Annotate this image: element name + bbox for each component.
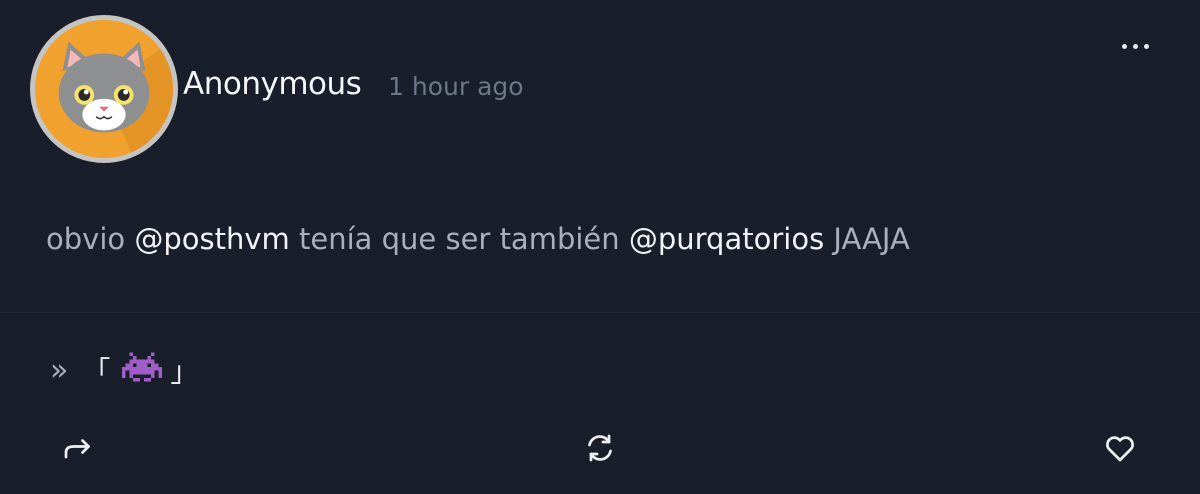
post-signature: » 「 」 [50, 350, 198, 390]
more-icon-dot [1143, 43, 1149, 49]
open-bracket: 「 [82, 355, 111, 388]
like-button[interactable] [1100, 428, 1140, 468]
post-body: obvio @posthvm tenía que ser también @pu… [46, 222, 910, 256]
mention-link[interactable]: @posthvm [134, 222, 289, 256]
avatar[interactable] [30, 15, 178, 163]
mention-link[interactable]: @purqatorios [629, 222, 824, 256]
body-middle: tenía que ser también [289, 222, 629, 256]
more-options-button[interactable] [1112, 33, 1158, 59]
post-timestamp: 1 hour ago [388, 72, 524, 101]
divider [0, 312, 1200, 313]
share-button[interactable] [58, 428, 98, 468]
chevron-icon: » [50, 352, 69, 388]
post-card: Anonymous 1 hour ago obvio @posthvm tení… [0, 0, 1200, 494]
more-icon [1121, 43, 1127, 49]
heart-icon [1106, 436, 1134, 462]
repost-icon [588, 434, 612, 462]
close-bracket: 」 [170, 355, 199, 388]
author-name[interactable]: Anonymous [183, 66, 362, 102]
cat-avatar-icon [35, 20, 173, 158]
more-icon-dot [1132, 43, 1138, 49]
alien-monster-icon [122, 351, 163, 389]
repost-button[interactable] [580, 428, 620, 468]
share-icon [64, 439, 90, 459]
body-prefix: obvio [46, 222, 135, 256]
body-suffix: JAAJA [824, 222, 910, 256]
